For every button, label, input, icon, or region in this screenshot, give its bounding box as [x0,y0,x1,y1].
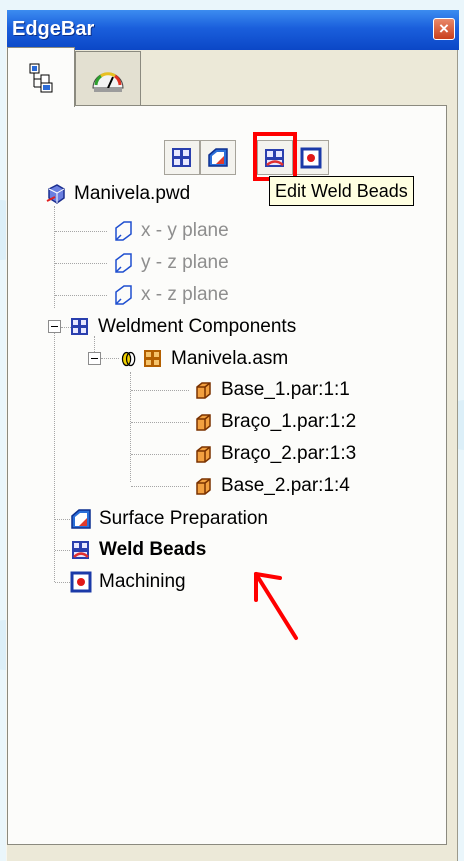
assembly-icon [144,350,161,367]
link-icon [121,351,136,367]
tree-item-weldment-components[interactable]: Weldment Components [69,313,296,341]
tree-item-plane[interactable]: y - z plane [112,249,229,277]
tree-item-label: y - z plane [141,252,229,273]
tree-item-surface-preparation[interactable]: Surface Preparation [70,505,268,533]
annotation-arrow-icon [254,572,298,640]
gauge-icon [92,71,124,92]
machining-button[interactable] [293,140,329,175]
weld-beads-icon [72,541,89,559]
tree-item-label: x - z plane [141,284,229,305]
tree-item-root[interactable]: Manivela.pwd [45,180,190,208]
tree-item-part[interactable]: Braço_1.par:1:2 [192,408,356,436]
surface-preparation-button[interactable] [200,140,236,175]
part-icon [196,382,211,399]
weldment-document-icon [46,184,65,204]
weldment-components-button[interactable] [164,140,200,175]
part-icon [196,478,211,495]
collapse-toggle[interactable] [48,320,61,333]
tree-item-assembly[interactable]: Manivela.asm [120,345,288,373]
collapse-toggle[interactable] [88,352,101,365]
edit-weld-beads-button[interactable] [257,140,293,175]
machining-icon [300,147,322,169]
tree-item-part[interactable]: Base_1.par:1:1 [192,376,350,404]
surface-preparation-icon [71,509,91,529]
tree-item-label: Base_2.par:1:4 [221,475,350,496]
title-bar: EdgeBar × [7,10,459,50]
window-title: EdgeBar [12,18,95,40]
tree-item-label: Braço_1.par:1:2 [221,411,357,432]
tree-item-label: Base_1.par:1:1 [221,379,350,400]
close-button[interactable]: × [433,18,455,40]
tree-item-part[interactable]: Braço_2.par:1:3 [192,440,356,468]
tree-item-label: Braço_2.par:1:3 [221,443,357,464]
tree-item-label: Manivela.pwd [74,183,191,204]
tree-item-label: Surface Preparation [99,508,268,529]
tree-item-part[interactable]: Base_2.par:1:4 [192,472,350,500]
tooltip: Edit Weld Beads [269,176,414,206]
weldment-components-icon [71,318,88,335]
machining-icon [70,571,92,593]
tab-feature-pathfinder[interactable] [7,47,75,107]
plane-icon [115,221,132,241]
edit-weld-beads-icon [265,149,284,167]
tree-item-label: Manivela.asm [171,348,289,369]
part-icon [196,414,211,431]
surface-preparation-icon [208,148,228,167]
weldment-components-icon [172,148,191,167]
tree-item-machining[interactable]: Machining [70,568,186,596]
plane-icon [115,285,132,305]
tree-item-plane[interactable]: x - y plane [112,217,229,245]
tree-item-label: x - y plane [141,220,229,241]
part-icon [196,446,211,463]
tree-item-label: Weldment Components [98,316,297,337]
feature-pathfinder-icon [29,63,53,92]
tree-item-weld-beads[interactable]: Weld Beads [70,536,206,564]
tree-item-plane[interactable]: x - z plane [112,281,229,309]
tab-gauge[interactable] [75,51,141,105]
plane-icon [115,253,132,273]
tree-item-label: Weld Beads [99,539,207,560]
tree-item-label: Machining [99,571,186,592]
